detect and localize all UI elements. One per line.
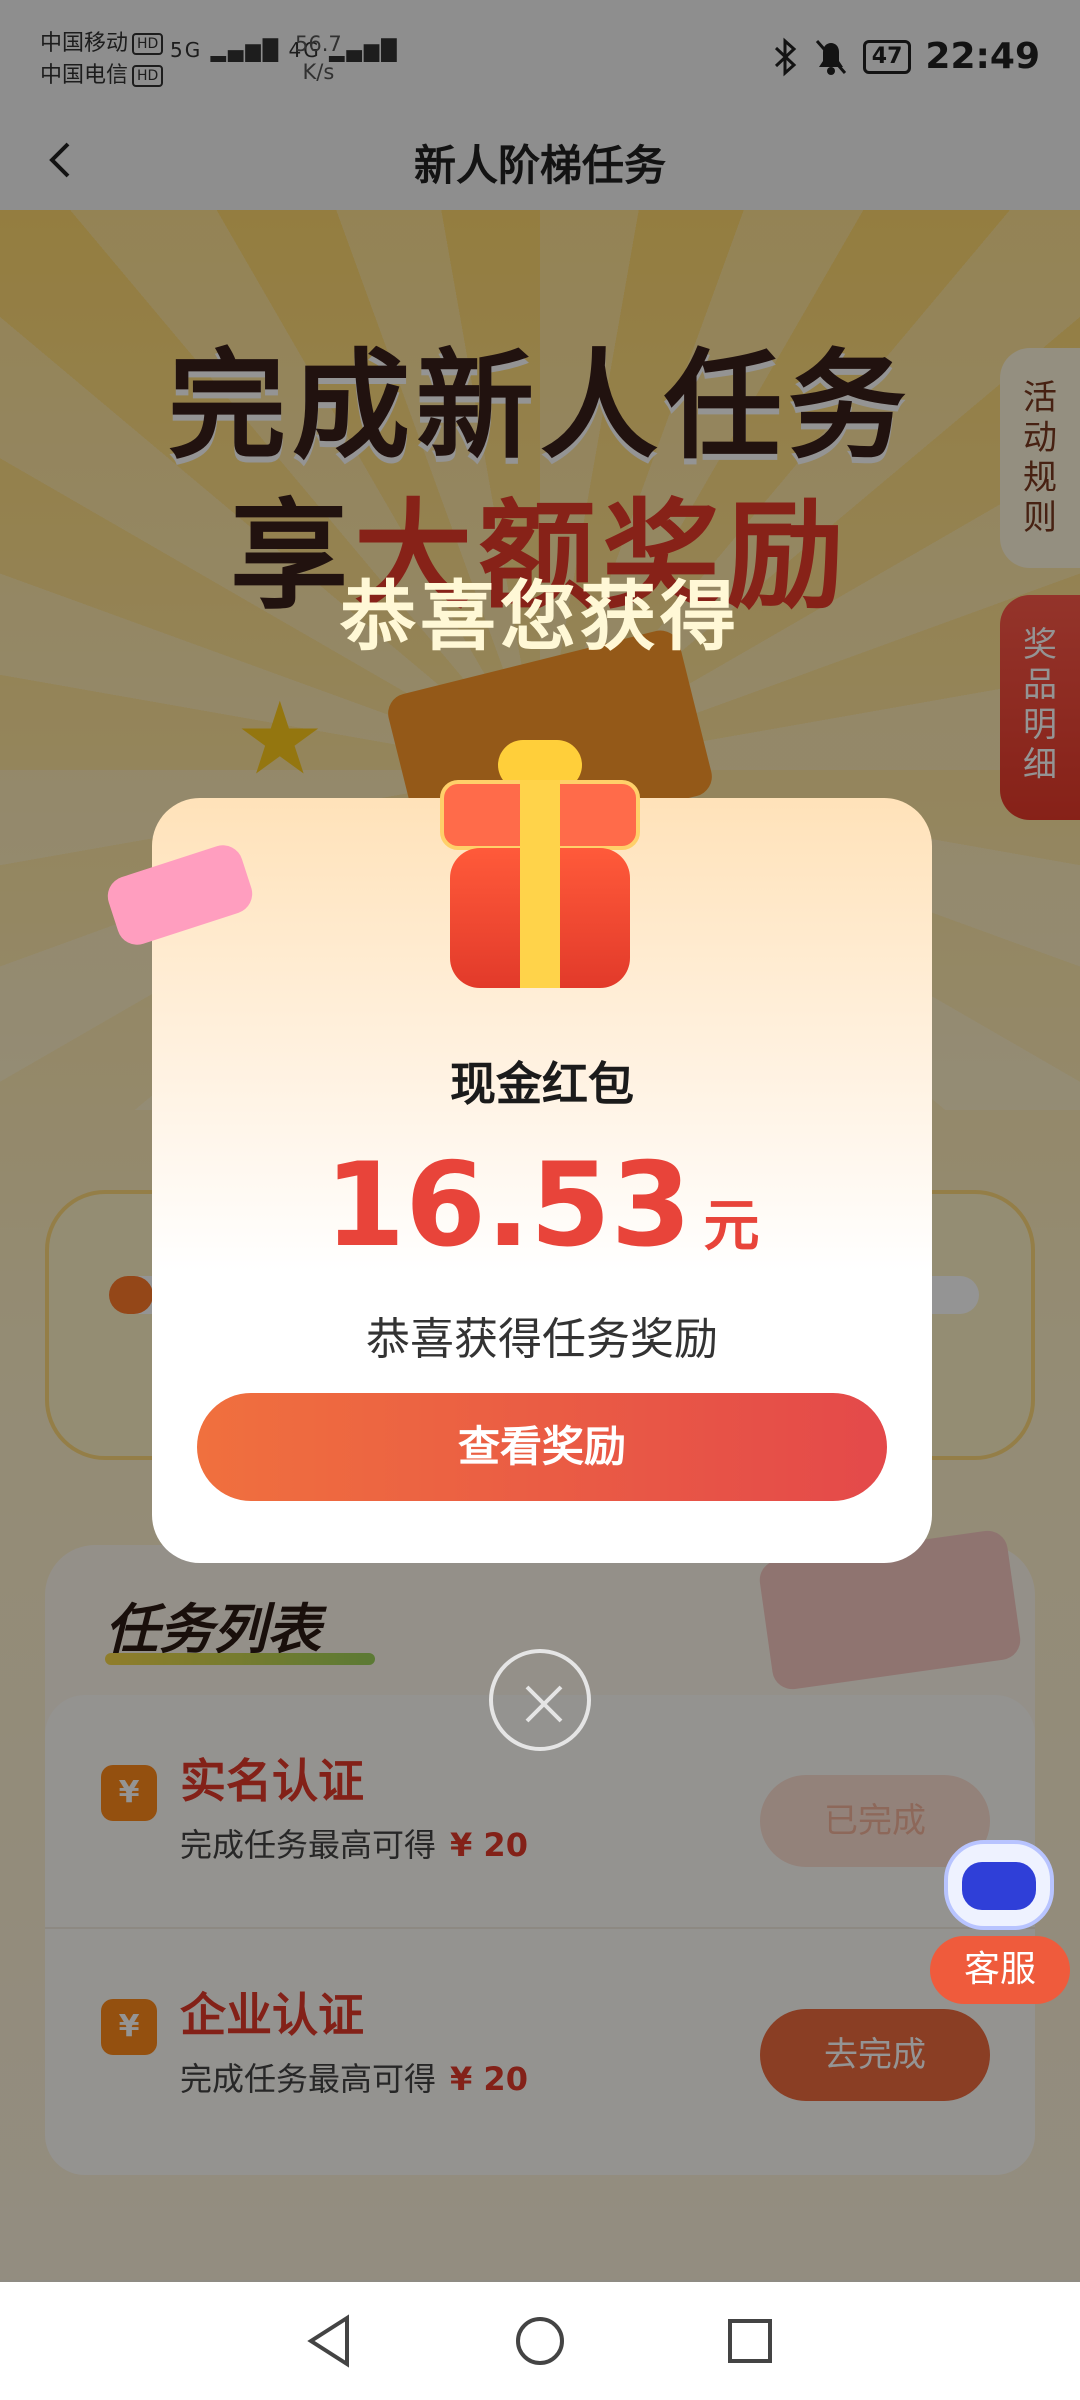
close-modal-button[interactable] [489,1649,591,1751]
reward-amount: 16.53 [324,1138,692,1273]
reward-unit: 元 [703,1194,760,1259]
system-nav-bar [0,2282,1080,2400]
robot-icon [944,1840,1054,1930]
view-reward-button[interactable]: 查看奖励 [197,1393,887,1501]
close-icon [525,1685,563,1723]
back-triangle-icon[interactable] [300,2311,360,2371]
reward-type: 现金红包 [450,1057,634,1111]
modal-heading: 恭喜您获得 [340,572,740,661]
home-circle-icon[interactable] [510,2311,570,2371]
recents-square-icon[interactable] [720,2311,780,2371]
customer-service-button[interactable]: 客服 [930,1840,1070,2004]
reward-subtitle: 恭喜获得任务奖励 [366,1314,718,1365]
reward-amount-row: 16.53 元 [152,1138,932,1273]
customer-service-label: 客服 [930,1936,1070,2004]
gift-ribbon [520,780,560,988]
gift-box-icon [440,740,640,1010]
robot-face [962,1862,1036,1910]
